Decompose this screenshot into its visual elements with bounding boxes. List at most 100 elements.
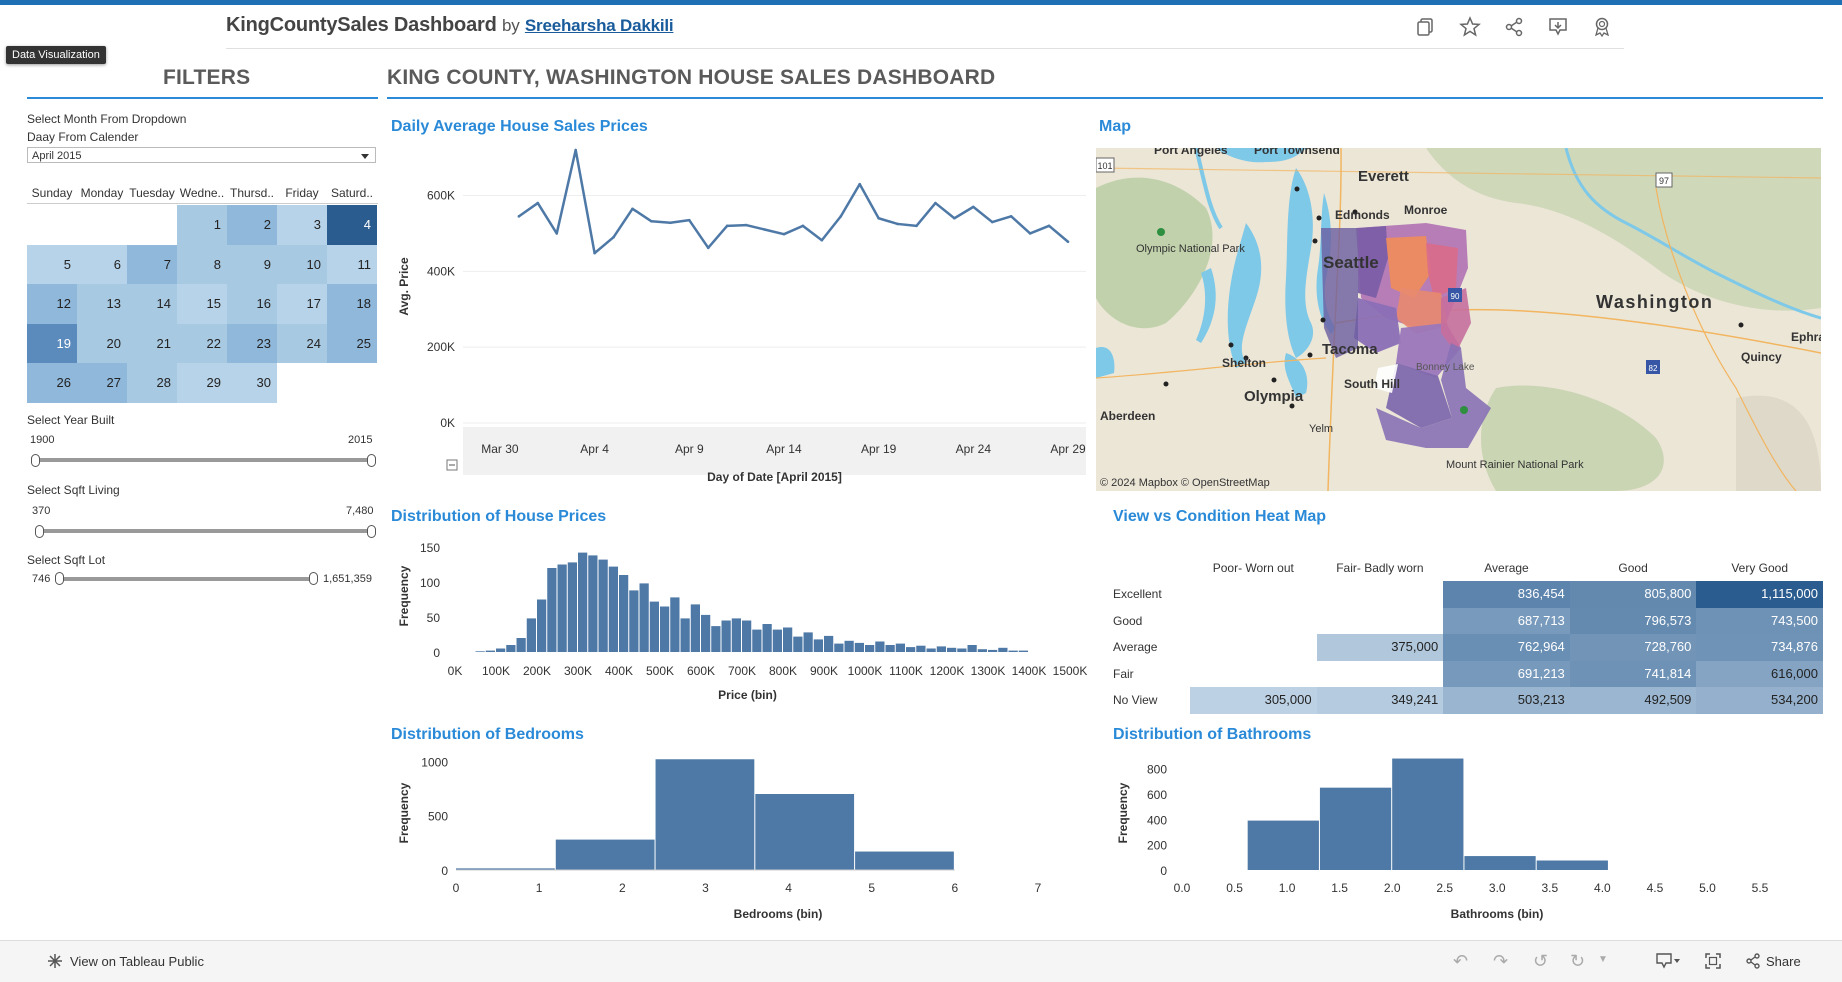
chevron-down-icon[interactable]: ▼ — [1598, 954, 1608, 965]
sqft-living-min-handle[interactable] — [35, 525, 44, 538]
duplicate-icon[interactable] — [1415, 16, 1437, 38]
month-dropdown[interactable]: April 2015 — [27, 147, 376, 163]
calendar-day-cell[interactable]: 11 — [327, 244, 377, 284]
sqft-lot-min-handle[interactable] — [55, 572, 64, 585]
price-point — [877, 216, 880, 220]
sqft-living-max: 7,480 — [346, 505, 374, 517]
share-icon[interactable] — [1745, 953, 1761, 969]
heatmap-column-header: Good — [1618, 561, 1648, 575]
sqft-lot-max-handle[interactable] — [309, 572, 318, 585]
bathrooms-histogram[interactable]: 0 200 400 600 800 0.0 0.5 1.0 1.5 2.0 2.5 3.0 3.5 4.0… — [1107, 748, 1822, 928]
sqft-lot-track[interactable] — [58, 577, 315, 581]
heatmap-cell[interactable]: 1,115,000 — [1696, 581, 1823, 608]
calendar-day-cell[interactable]: 6 — [77, 244, 127, 284]
share-icon[interactable] — [1503, 16, 1525, 38]
price-point — [763, 228, 767, 231]
filters-rule — [27, 97, 378, 99]
sqft-living-max-handle[interactable] — [367, 525, 376, 538]
calendar-day-cell[interactable]: 5 — [27, 244, 77, 284]
heatmap-cell[interactable]: 728,760 — [1569, 634, 1697, 661]
ribbon-icon[interactable] — [1591, 16, 1613, 38]
heatmap-cell[interactable]: 687,713 — [1443, 607, 1570, 634]
heatmap-cell[interactable]: 836,454 — [1443, 581, 1570, 608]
calendar-day-cell[interactable]: 10 — [277, 244, 327, 284]
svg-text:Aberdeen: Aberdeen — [1100, 409, 1155, 423]
author-link[interactable]: Sreeharsha Dakkili — [525, 16, 674, 35]
calendar-day-cell[interactable]: 2 — [227, 205, 277, 245]
bedrooms-histogram[interactable]: 0 500 1000 0 1 2 3 4 5 6 7 Bedrooms (bin) Frequency — [388, 748, 1078, 928]
svg-text:Edmonds: Edmonds — [1335, 208, 1390, 222]
share-button[interactable]: Share — [1766, 954, 1801, 969]
price-histogram[interactable]: 0501001500K 100K 200K 300K 400K 500K 600K 700K 8… — [388, 530, 1098, 715]
sales-map[interactable]: 97 101 82 90 Port Angeles Port Townsend … — [1096, 148, 1821, 491]
calendar-day-cell[interactable]: 24 — [277, 323, 327, 363]
calendar-day-cell[interactable]: 20 — [77, 323, 127, 363]
calendar-day-cell[interactable]: 7 — [127, 244, 177, 284]
view-on-tableau-link[interactable]: View on Tableau Public — [70, 954, 204, 969]
heatmap-cell[interactable]: 503,213 — [1443, 687, 1570, 714]
heatmap-cell[interactable]: 743,500 — [1696, 607, 1823, 634]
calendar-day-cell[interactable]: 21 — [127, 323, 177, 363]
calendar-day-cell[interactable]: 3 — [277, 205, 327, 245]
calendar-day-cell[interactable]: 22 — [177, 323, 227, 363]
histogram-bar — [555, 839, 655, 870]
calendar-day-cell[interactable]: 29 — [177, 363, 227, 403]
redo-icon[interactable]: ↷ — [1493, 951, 1508, 972]
heatmap-cell[interactable]: 691,213 — [1443, 660, 1570, 687]
year-built-min-handle[interactable] — [31, 454, 40, 467]
calendar-day-cell[interactable]: 30 — [227, 363, 277, 403]
heatmap-cell[interactable]: 796,573 — [1569, 607, 1697, 634]
heatmap-cell[interactable]: 305,000 — [1190, 687, 1317, 714]
heatmap-cell[interactable]: 375,000 — [1316, 634, 1444, 661]
price-point — [706, 246, 710, 250]
calendar-day-cell[interactable]: 12 — [27, 284, 77, 324]
heatmap-cell[interactable]: 616,000 — [1696, 660, 1823, 687]
calendar-day-cell[interactable]: 8 — [177, 244, 227, 284]
sqft-living-track[interactable] — [38, 529, 374, 533]
heatmap-cell[interactable]: 805,800 — [1569, 581, 1697, 608]
refresh-icon[interactable]: ↻ — [1570, 951, 1585, 972]
download-icon[interactable] — [1547, 16, 1569, 38]
view-condition-heatmap[interactable]: Poor- Worn out Fair- Badly worn Average Goo… — [1107, 555, 1823, 714]
fullscreen-icon[interactable] — [1705, 953, 1721, 969]
calendar-day-cell[interactable]: 14 — [127, 284, 177, 324]
calendar-day-cell[interactable]: 1 — [177, 205, 227, 245]
price-point — [953, 216, 956, 220]
year-built-track[interactable] — [34, 458, 374, 462]
calendar-day-cell[interactable]: 18 — [327, 284, 377, 324]
calendar-day-cell[interactable]: 4 — [327, 205, 377, 245]
calendar-day-cell[interactable]: 15 — [177, 284, 227, 324]
heatmap-cell[interactable]: 349,241 — [1316, 687, 1444, 714]
download-icon[interactable] — [1656, 953, 1682, 969]
map-canvas[interactable]: 97 101 82 90 Port Angeles Port Townsend … — [1096, 148, 1821, 491]
heatmap-column-header: Poor- Worn out — [1212, 561, 1294, 575]
calendar-day-cell[interactable]: 23 — [227, 323, 277, 363]
heatmap-cell[interactable]: 762,964 — [1443, 634, 1570, 661]
calendar-day-cell[interactable]: 27 — [77, 363, 127, 403]
heatmap-cell[interactable]: 534,200 — [1696, 687, 1823, 714]
y-axis-title: Frequency — [397, 565, 411, 626]
calendar-day-cell[interactable]: 28 — [127, 363, 177, 403]
star-icon[interactable] — [1459, 16, 1481, 38]
heatmap-cell[interactable]: 741,814 — [1569, 660, 1697, 687]
price-point — [858, 182, 862, 186]
calendar-day-cell[interactable]: 19 — [27, 323, 77, 363]
heatmap-cell[interactable]: 492,509 — [1569, 687, 1697, 714]
bedrooms-title: Distribution of Bedrooms — [391, 726, 584, 743]
x-tick-label: 0K — [448, 664, 463, 678]
revert-icon[interactable]: ↺ — [1533, 951, 1548, 972]
calendar-day-cell[interactable]: 17 — [277, 284, 327, 324]
histogram-bar — [803, 632, 813, 652]
undo-icon[interactable]: ↶ — [1453, 951, 1468, 972]
heatmap-cell[interactable]: 734,876 — [1696, 634, 1823, 661]
x-tick-label: 200K — [523, 664, 551, 678]
x-tick-label: 3 — [702, 881, 709, 895]
calendar-day-cell[interactable]: 25 — [327, 323, 377, 363]
calendar-day-cell[interactable]: 9 — [227, 244, 277, 284]
price-point — [650, 219, 653, 223]
calendar-day-cell[interactable]: 13 — [77, 284, 127, 324]
calendar-day-cell[interactable]: 26 — [27, 363, 77, 403]
year-built-max-handle[interactable] — [367, 454, 376, 467]
calendar-day-cell[interactable]: 16 — [227, 284, 277, 324]
daily-price-line-chart[interactable]: 0K 200K 400K 600K Mar 30 Apr 4 Apr 9 Apr 14 Apr … — [388, 135, 1088, 490]
